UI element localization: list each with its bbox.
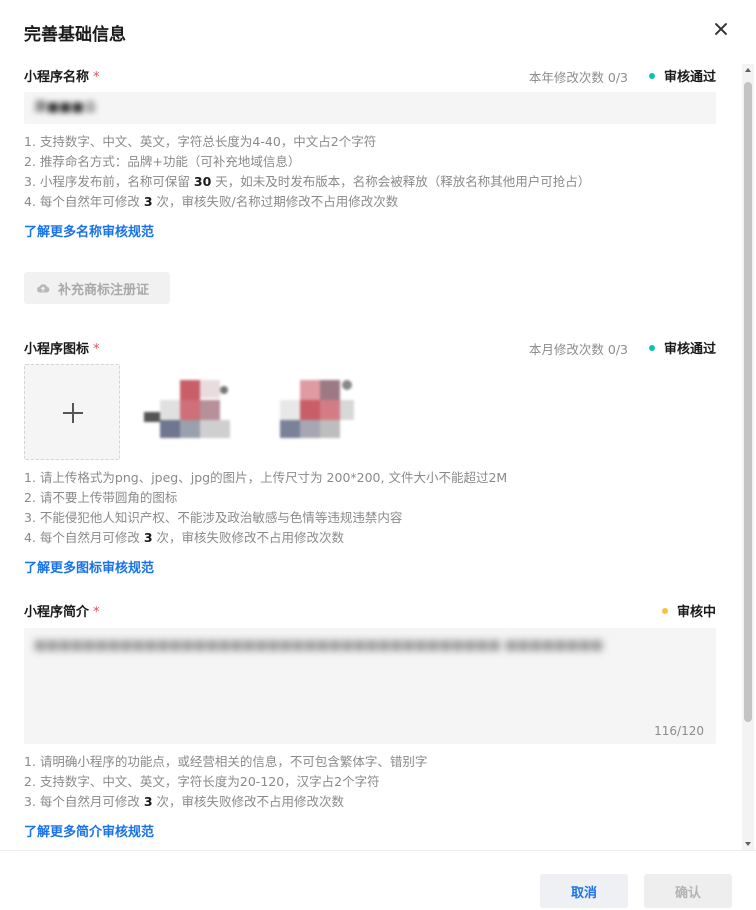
- icon-hints: 1. 请上传格式为png、jpeg、jpg的图片，上传尺寸为 200*200, …: [24, 468, 507, 548]
- status-dot-icon: [648, 344, 655, 351]
- hint-line: 4. 每个自然年可修改 3 次，审核失败/名称过期修改不占用修改次数: [24, 194, 399, 209]
- name-status-badge: 审核通过: [648, 66, 716, 85]
- intro-text: ■■■■■■■■■■■■■■■■■■■■■■■■■■■■■■■■■■■■■■ ■…: [34, 638, 604, 653]
- icon-preview-image[interactable]: [140, 376, 244, 448]
- hint-line: 1. 请明确小程序的功能点，或经营相关的信息，不可包含繁体字、错别字: [24, 754, 428, 769]
- hint-line: 2. 请不要上传带圆角的图标: [24, 490, 178, 505]
- footer-divider: [0, 850, 756, 851]
- name-section-header: 小程序名称 * 本年修改次数 0/3 审核通过: [24, 66, 716, 86]
- scroll-up-icon[interactable]: [745, 68, 751, 72]
- icon-status-badge: 审核通过: [648, 338, 716, 357]
- icon-section-header: 小程序图标 * 本月修改次数 0/3 审核通过: [24, 338, 716, 358]
- name-hints: 1. 支持数字、中文、英文，字符总长度为4-40，中文占2个字符 2. 推荐命名…: [24, 132, 590, 212]
- name-quota: 本年修改次数 0/3: [528, 70, 628, 85]
- name-label: 小程序名称 *: [24, 70, 100, 85]
- icon-upload-button[interactable]: [24, 364, 120, 460]
- char-counter: 116/120: [654, 724, 704, 738]
- required-mark: *: [93, 70, 100, 85]
- dialog: 完善基础信息 小程序名称 * 本年修改次数 0/3 审核通过 康■■■业 1. 支…: [0, 0, 756, 910]
- cloud-upload-icon: [37, 284, 50, 293]
- icon-label: 小程序图标 *: [24, 342, 100, 357]
- dialog-body: 小程序名称 * 本年修改次数 0/3 审核通过 康■■■业 1. 支持数字、中文、…: [0, 60, 740, 850]
- name-rules-link[interactable]: 了解更多名称审核规范: [24, 221, 154, 240]
- intro-hints: 1. 请明确小程序的功能点，或经营相关的信息，不可包含繁体字、错别字 2. 支持…: [24, 752, 427, 812]
- scrollbar[interactable]: [742, 64, 754, 850]
- scrollbar-thumb[interactable]: [744, 82, 752, 722]
- icon-rules-link[interactable]: 了解更多图标审核规范: [24, 557, 154, 576]
- hint-line: 4. 每个自然月可修改 3 次，审核失败修改不占用修改次数: [24, 530, 345, 545]
- required-mark: *: [93, 605, 100, 620]
- cancel-button[interactable]: 取消: [540, 874, 628, 908]
- status-dot-icon: [648, 72, 655, 79]
- intro-status-badge: 审核中: [661, 601, 716, 620]
- scroll-down-icon[interactable]: [745, 842, 751, 846]
- hint-line: 3. 每个自然月可修改 3 次，审核失败修改不占用修改次数: [24, 794, 345, 809]
- hint-line: 2. 支持数字、中文、英文，字符长度为20-120，汉字占2个字符: [24, 774, 380, 789]
- required-mark: *: [93, 342, 100, 357]
- hint-line: 2. 推荐命名方式：品牌+功能（可补充地域信息）: [24, 154, 301, 169]
- hint-line: 1. 请上传格式为png、jpeg、jpg的图片，上传尺寸为 200*200, …: [24, 470, 508, 485]
- icon-quota: 本月修改次数 0/3: [528, 342, 628, 357]
- name-input[interactable]: 康■■■业: [24, 92, 716, 124]
- hint-line: 3. 小程序发布前，名称可保留 30 天，如未及时发布版本，名称会被释放（释放名…: [24, 174, 591, 189]
- hint-line: 1. 支持数字、中文、英文，字符总长度为4-40，中文占2个字符: [24, 134, 377, 149]
- plus-icon: [63, 403, 83, 423]
- add-trademark-button[interactable]: 补充商标注册证: [24, 272, 170, 304]
- intro-section-header: 小程序简介 * 审核中: [24, 601, 716, 621]
- intro-rules-link[interactable]: 了解更多简介审核规范: [24, 821, 154, 840]
- dialog-title: 完善基础信息: [24, 25, 126, 45]
- hint-line: 3. 不能侵犯他人知识产权、不能涉及政治敏感与色情等违规违禁内容: [24, 510, 403, 525]
- close-icon[interactable]: [712, 20, 730, 38]
- status-dot-icon: [661, 607, 668, 614]
- intro-label: 小程序简介 *: [24, 605, 100, 620]
- confirm-button[interactable]: 确认: [644, 874, 732, 908]
- icon-preview-image[interactable]: [260, 376, 364, 448]
- intro-textarea[interactable]: ■■■■■■■■■■■■■■■■■■■■■■■■■■■■■■■■■■■■■■ ■…: [24, 628, 716, 744]
